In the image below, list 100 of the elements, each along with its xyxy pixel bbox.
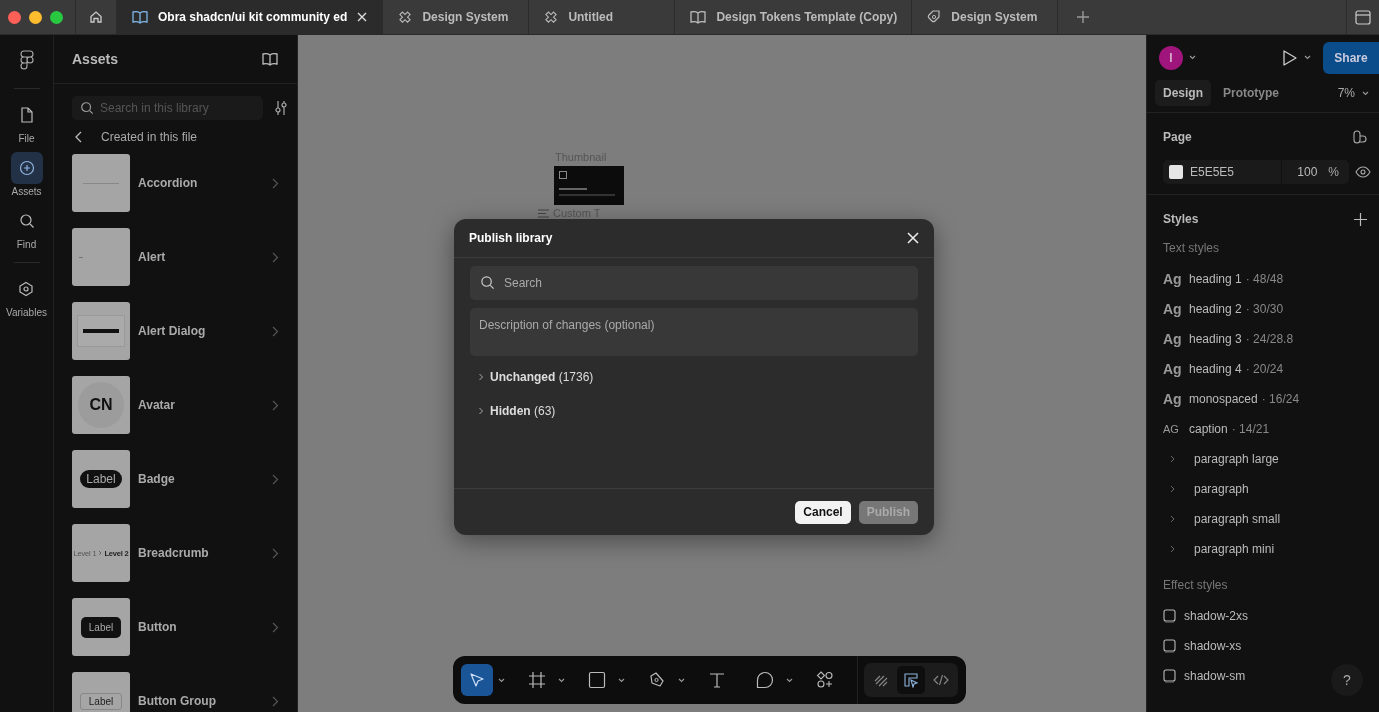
chevron-right-icon xyxy=(272,547,279,559)
effect-style-item[interactable]: shadow-sm xyxy=(1163,661,1246,691)
style-group[interactable]: paragraph large xyxy=(1163,444,1279,474)
logo-icon[interactable] xyxy=(19,50,34,70)
book-icon xyxy=(689,9,708,25)
asset-item[interactable]: Alert xyxy=(72,228,279,286)
style-group[interactable]: paragraph mini xyxy=(1163,534,1275,564)
asset-item[interactable]: CN Avatar xyxy=(72,376,279,434)
caret-icon[interactable] xyxy=(1304,55,1311,60)
chevron-right-icon xyxy=(272,399,279,411)
sidebar-icon[interactable] xyxy=(1355,9,1371,25)
chevron-right-icon xyxy=(1170,545,1175,553)
style-group[interactable]: paragraph xyxy=(1163,474,1249,504)
text-style-name: heading 1 xyxy=(1189,272,1242,286)
search-icon xyxy=(480,275,495,290)
asset-item[interactable]: Label Button Group xyxy=(72,672,279,712)
share-button[interactable]: Share xyxy=(1323,41,1379,74)
play-icon[interactable] xyxy=(1282,48,1298,67)
tool-button[interactable] xyxy=(461,664,493,696)
zoom-window-button[interactable] xyxy=(50,10,63,24)
group-toggle[interactable]: Unchanged (1736) xyxy=(470,364,918,390)
frame-icon xyxy=(528,671,546,689)
file-tab[interactable]: Obra shadcn/ui kit community ed xyxy=(116,0,383,34)
caret-icon[interactable] xyxy=(498,677,505,683)
caret-icon[interactable] xyxy=(1362,90,1369,96)
book-icon[interactable] xyxy=(261,51,279,67)
cross-shape-icon xyxy=(397,9,414,25)
close-window-button[interactable] xyxy=(8,10,21,24)
search-field[interactable]: Search xyxy=(470,266,918,300)
text-style-item[interactable]: Ag heading 4 · 20/24 xyxy=(1163,354,1284,384)
text-style-glyph: AG xyxy=(1163,423,1180,435)
close-icon[interactable] xyxy=(356,11,369,23)
color-swatch[interactable] xyxy=(1169,165,1183,179)
filter-icon[interactable] xyxy=(273,100,289,116)
text-style-item[interactable]: Ag monospaced · 16/24 xyxy=(1163,384,1300,414)
file-tab[interactable]: Design Tokens Template (Copy) xyxy=(674,0,912,34)
help-button[interactable]: ? xyxy=(1331,664,1363,696)
plus-icon[interactable] xyxy=(1354,212,1367,226)
subsection-title: Text styles xyxy=(1163,241,1220,255)
style-group[interactable]: paragraph small xyxy=(1163,504,1281,534)
group-toggle[interactable]: Hidden (63) xyxy=(470,398,918,424)
chevron-right-icon xyxy=(272,695,279,707)
color-field[interactable]: E5E5E5 100 % xyxy=(1163,160,1349,184)
text-style-name: heading 3 xyxy=(1189,332,1242,346)
chevron-right-icon xyxy=(272,621,279,633)
sidebar-item[interactable]: File xyxy=(10,99,43,144)
text-style-item[interactable]: AG caption · 14/21 xyxy=(1163,414,1270,444)
effect-style-item[interactable]: shadow-xs xyxy=(1163,631,1242,661)
caret-icon[interactable] xyxy=(618,677,625,683)
cross-shape-icon xyxy=(543,9,560,25)
text-style-size: · 20/24 xyxy=(1245,362,1284,376)
text-style-size: · 30/30 xyxy=(1245,302,1284,316)
effect-style-item[interactable]: shadow-2xs xyxy=(1163,601,1249,631)
caret-icon[interactable] xyxy=(1189,55,1196,60)
text-style-item[interactable]: Ag heading 1 · 48/48 xyxy=(1163,264,1284,294)
asset-item[interactable]: Label Button xyxy=(72,598,279,656)
shadow-square-icon xyxy=(1163,669,1176,683)
section-title: Page xyxy=(1163,130,1192,144)
component-preview xyxy=(72,154,130,212)
text-style-name: monospaced xyxy=(1189,392,1258,406)
rectangle-icon xyxy=(588,671,606,689)
search-field[interactable]: Search in this library xyxy=(72,96,263,120)
sidebar-item[interactable]: Find xyxy=(10,205,43,250)
minimize-window-button[interactable] xyxy=(29,10,42,24)
shapes-icon[interactable] xyxy=(1353,130,1367,144)
text-style-name: caption xyxy=(1189,422,1228,436)
search-icon xyxy=(80,101,94,115)
close-icon[interactable] xyxy=(907,232,919,244)
section-title: Styles xyxy=(1163,212,1199,226)
chevron-right-icon xyxy=(98,550,103,556)
description-field[interactable]: Description of changes (optional) xyxy=(470,308,918,356)
caret-icon[interactable] xyxy=(558,677,565,683)
asset-item[interactable]: Label Badge xyxy=(72,450,279,508)
user-avatar[interactable]: I xyxy=(1159,45,1183,70)
plus-icon xyxy=(1076,10,1091,24)
chevron-right-icon xyxy=(1170,485,1175,493)
caret-icon[interactable] xyxy=(678,677,685,683)
text-style-name: heading 2 xyxy=(1189,302,1242,316)
text-style-item[interactable]: Ag heading 2 · 30/30 xyxy=(1163,294,1284,324)
chevron-right-icon xyxy=(1170,515,1175,523)
eye-icon[interactable] xyxy=(1355,166,1371,178)
caret-icon[interactable] xyxy=(786,677,793,683)
back-link[interactable]: Created in this file xyxy=(54,124,297,154)
asset-item[interactable]: Alert Dialog xyxy=(72,302,279,360)
file-tab[interactable]: Design System xyxy=(382,0,529,34)
shadow-square-icon xyxy=(1163,639,1176,653)
text-style-size: · 48/48 xyxy=(1245,272,1284,286)
dialog-button[interactable]: Cancel xyxy=(795,500,851,524)
thumbnail-frame[interactable] xyxy=(554,166,624,205)
panel-tab[interactable]: Design xyxy=(1155,80,1211,106)
file-tab[interactable]: Untitled xyxy=(528,0,675,34)
panel-tab[interactable]: Prototype xyxy=(1215,80,1288,106)
asset-item[interactable]: Accordion xyxy=(72,154,279,212)
zoom-level[interactable]: 7% xyxy=(1337,86,1355,100)
text-style-item[interactable]: Ag heading 3 · 24/28.8 xyxy=(1163,324,1294,354)
file-tab[interactable]: Design System xyxy=(911,0,1058,34)
panel-title: Assets xyxy=(72,51,118,67)
sidebar-item[interactable]: Variables xyxy=(6,273,47,318)
component-preview: Label xyxy=(72,598,130,656)
mode-button[interactable] xyxy=(897,666,925,694)
